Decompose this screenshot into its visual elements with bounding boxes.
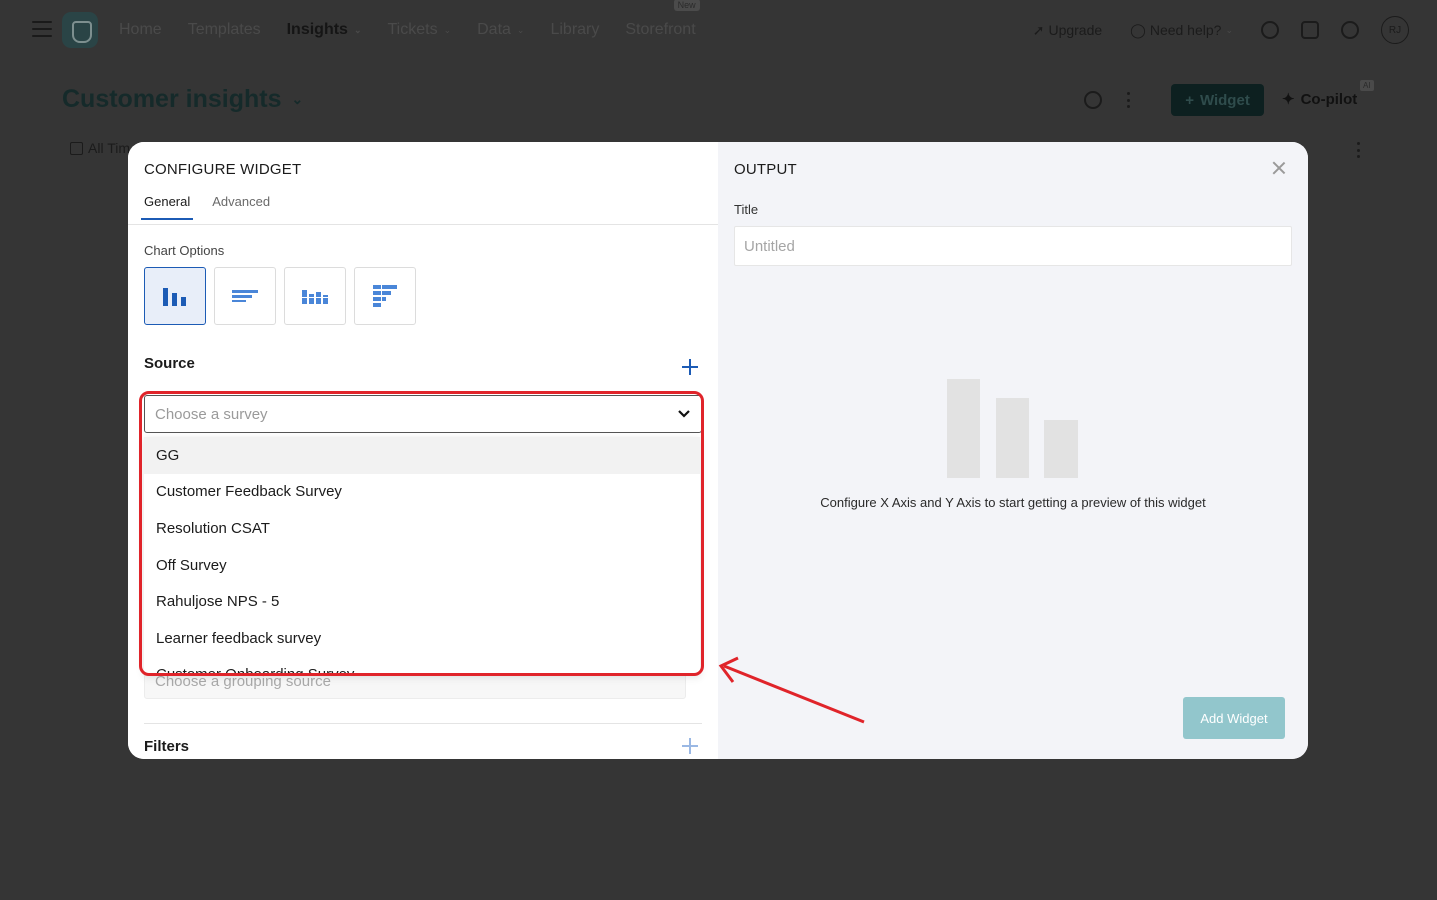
- placeholder-bar: [947, 379, 980, 478]
- nav-home[interactable]: Home: [119, 21, 162, 39]
- survey-option[interactable]: Learner feedback survey: [144, 620, 700, 657]
- nav-templates[interactable]: Templates: [188, 21, 261, 39]
- survey-option[interactable]: Rahuljose NPS - 5: [144, 583, 700, 620]
- calendar-icon: [70, 141, 83, 155]
- survey-option[interactable]: GG: [144, 437, 700, 474]
- chevron-down-icon: [678, 410, 690, 418]
- need-help-link[interactable]: ◯ Need help? ⌄: [1130, 22, 1233, 39]
- placeholder-bar: [996, 398, 1029, 478]
- chevron-down-icon: ⌄: [353, 24, 362, 35]
- survey-dropdown-list: GG Customer Feedback Survey Resolution C…: [144, 437, 700, 675]
- survey-select[interactable]: Choose a survey: [144, 395, 702, 433]
- chart-type-horizontal-bar[interactable]: [214, 267, 276, 325]
- avatar[interactable]: RJ: [1381, 16, 1409, 44]
- time-filter[interactable]: All Tim: [70, 140, 130, 156]
- survey-option[interactable]: Customer Feedback Survey: [144, 474, 700, 511]
- chevron-down-icon: ⌄: [291, 91, 304, 107]
- main-nav: Home Templates Insights ⌄ Tickets ⌄ Data ⌄ …: [119, 0, 722, 60]
- tab-general[interactable]: General: [141, 194, 194, 220]
- stacked-horizontal-bar-chart-icon: [373, 284, 397, 308]
- rocket-icon: ➚: [1032, 21, 1045, 38]
- source-label: Source: [144, 355, 195, 372]
- output-heading: OUTPUT: [734, 161, 797, 178]
- nav-storefront[interactable]: Storefront New: [625, 0, 700, 39]
- survey-option[interactable]: Off Survey: [144, 547, 700, 584]
- plus-icon: +: [1185, 91, 1194, 109]
- copilot-button[interactable]: ✦ Co-pilot: [1282, 90, 1357, 109]
- widget-title-input[interactable]: [734, 226, 1292, 266]
- chevron-down-icon: ⌄: [1225, 24, 1233, 35]
- configure-pane: CONFIGURE WIDGET General Advanced Chart …: [128, 142, 718, 759]
- chart-type-picker: [144, 267, 416, 325]
- top-navigation-bar: Home Templates Insights ⌄ Tickets ⌄ Data ⌄ …: [0, 0, 1437, 60]
- new-badge: New: [673, 0, 700, 11]
- chevron-down-icon: ⌄: [516, 24, 525, 35]
- chart-type-grouped-bar[interactable]: [284, 267, 346, 325]
- add-widget-button[interactable]: Add Widget: [1183, 697, 1285, 739]
- page-title[interactable]: Customer insights ⌄: [62, 85, 303, 114]
- add-source-plus-icon[interactable]: [682, 359, 698, 375]
- filters-label: Filters: [144, 738, 190, 755]
- horizontal-bar-chart-icon: [232, 290, 258, 302]
- add-filter-plus-icon[interactable]: [682, 738, 698, 754]
- page-more-icon[interactable]: [1126, 92, 1130, 108]
- configure-tabs: General Advanced: [141, 194, 273, 220]
- configure-widget-modal: CONFIGURE WIDGET General Advanced Chart …: [128, 142, 1308, 759]
- nav-insights[interactable]: Insights ⌄: [287, 21, 362, 39]
- sparkle-icon: ✦: [1282, 91, 1295, 108]
- output-pane: OUTPUT Title Configure X Axis and Y Axis…: [718, 142, 1308, 759]
- survey-option[interactable]: Resolution CSAT: [144, 510, 700, 547]
- app-logo[interactable]: [62, 12, 98, 48]
- title-label: Title: [734, 202, 759, 217]
- survey-select-placeholder: Choose a survey: [155, 405, 268, 423]
- alarm-clock-icon[interactable]: [1084, 91, 1102, 109]
- settings-gear-icon[interactable]: [1341, 21, 1359, 39]
- dashboard-more-icon[interactable]: [1356, 142, 1360, 158]
- chart-options-label: Chart Options: [144, 243, 225, 258]
- chart-type-vertical-bar[interactable]: [144, 267, 206, 325]
- empty-chart-illustration: [947, 378, 1079, 478]
- nav-data[interactable]: Data ⌄: [477, 21, 524, 39]
- preview-message: Configure X Axis and Y Axis to start get…: [820, 495, 1206, 510]
- configure-heading: CONFIGURE WIDGET: [144, 161, 302, 178]
- close-icon[interactable]: [1272, 161, 1286, 175]
- survey-option[interactable]: Customer Onboarding Survey: [144, 657, 700, 675]
- ai-badge: AI: [1360, 80, 1374, 91]
- grouped-bar-chart-icon: [301, 290, 329, 304]
- notification-bell-icon[interactable]: [1261, 21, 1279, 39]
- chevron-down-icon: ⌄: [443, 24, 452, 35]
- headset-icon: ◯: [1130, 21, 1146, 38]
- nav-library[interactable]: Library: [550, 21, 599, 39]
- nav-tickets[interactable]: Tickets ⌄: [388, 21, 452, 39]
- chart-type-stacked-horizontal-bar[interactable]: [354, 267, 416, 325]
- menu-icon[interactable]: [32, 21, 52, 37]
- tabs-divider: [128, 224, 718, 225]
- right-nav: ➚ Upgrade ◯ Need help? ⌄ RJ: [1033, 0, 1437, 60]
- upgrade-link[interactable]: ➚ Upgrade: [1033, 22, 1102, 39]
- placeholder-bar: [1044, 420, 1078, 478]
- vertical-bar-chart-icon: [163, 288, 186, 306]
- user-icon[interactable]: [1301, 21, 1319, 39]
- filters-divider: [144, 723, 702, 724]
- add-widget-header-button[interactable]: + Widget: [1171, 84, 1264, 116]
- tab-advanced[interactable]: Advanced: [209, 194, 273, 220]
